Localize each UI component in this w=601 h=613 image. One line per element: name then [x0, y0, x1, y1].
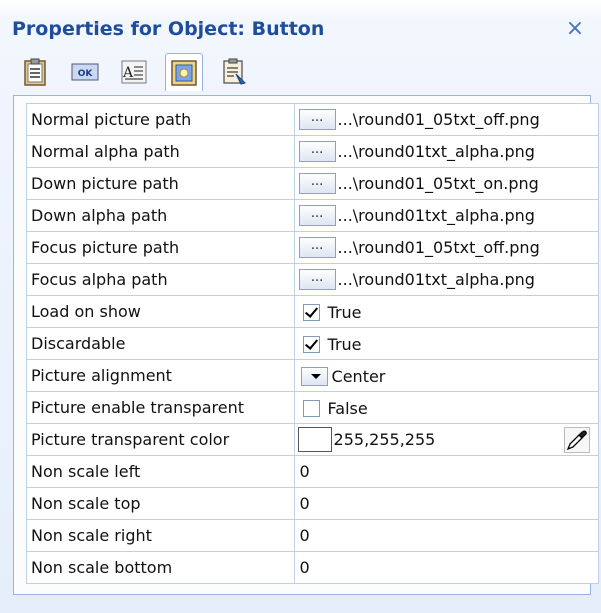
checkbox-label: False: [327, 398, 368, 418]
property-name: Normal picture path: [26, 103, 295, 136]
path-value[interactable]: ...\round01_05txt_off.png: [338, 238, 540, 257]
property-name: Down picture path: [26, 167, 295, 200]
property-name: Focus picture path: [26, 231, 295, 264]
property-value-cell[interactable]: 0: [293, 487, 600, 520]
checkbox-label: True: [327, 302, 362, 322]
title-bar: Properties for Object: Button ×: [0, 14, 601, 52]
checkbox-label: True: [327, 334, 362, 354]
toolbar-button-events[interactable]: [215, 53, 253, 91]
path-value[interactable]: ...\round01txt_alpha.png: [338, 206, 535, 225]
path-value[interactable]: ...\round01_05txt_off.png: [338, 110, 540, 129]
browse-button[interactable]: ...: [298, 141, 336, 162]
property-value-cell[interactable]: True: [293, 295, 600, 328]
property-name: Load on show: [26, 295, 295, 328]
property-row: Picture enable transparent False: [26, 391, 600, 424]
window-title: Properties for Object: Button: [12, 18, 325, 40]
property-row: Normal alpha path... ...\round01txt_alpha…: [26, 135, 600, 168]
checkbox[interactable]: [302, 335, 320, 353]
property-value-cell[interactable]: ... ...\round01_05txt_off.png: [293, 231, 600, 264]
property-row: Discardable True: [26, 327, 600, 360]
number-value[interactable]: 0: [300, 526, 310, 545]
text-field-icon: A: [121, 60, 147, 84]
property-row: Focus alpha path... ...\round01txt_alpha.…: [26, 263, 600, 296]
dropdown-value[interactable]: Center: [332, 367, 386, 386]
property-value-cell[interactable]: False: [293, 391, 600, 424]
property-row: Picture transparent color 255,255,255: [26, 423, 600, 456]
property-value-cell[interactable]: ... ...\round01_05txt_on.png: [293, 167, 600, 200]
browse-button[interactable]: ...: [298, 237, 336, 258]
property-value-cell[interactable]: 255,255,255: [293, 423, 600, 456]
toolbar-button-text[interactable]: A: [115, 53, 153, 91]
browse-button[interactable]: ...: [298, 173, 336, 194]
number-value[interactable]: 0: [300, 462, 310, 481]
property-value-cell[interactable]: ... ...\round01txt_alpha.png: [293, 135, 600, 168]
picture-icon: [171, 59, 197, 86]
path-value[interactable]: ...\round01txt_alpha.png: [338, 142, 535, 161]
property-value-cell[interactable]: 0: [293, 519, 600, 552]
property-row: Non scale right 0: [26, 519, 600, 552]
close-button[interactable]: ×: [563, 18, 587, 42]
ok-icon-label: OK: [78, 69, 94, 79]
property-value-cell[interactable]: True: [293, 327, 600, 360]
property-value-cell[interactable]: 0: [293, 455, 600, 488]
property-value-cell[interactable]: ... ...\round01_05txt_off.png: [293, 103, 600, 136]
property-table: Normal picture path... ...\round01_05txt_…: [26, 103, 600, 584]
property-row: Non scale bottom 0: [26, 551, 600, 584]
number-value[interactable]: 0: [300, 494, 310, 513]
property-value-cell[interactable]: ... ...\round01txt_alpha.png: [293, 263, 600, 296]
toolbar-button-general[interactable]: [16, 53, 54, 91]
toolbar: OK A: [14, 53, 594, 93]
property-row: Normal picture path... ...\round01_05txt_…: [26, 103, 600, 136]
checkbox[interactable]: [302, 303, 320, 321]
browse-button[interactable]: ...: [298, 205, 336, 226]
color-value[interactable]: 255,255,255: [334, 430, 436, 449]
checkbox[interactable]: [302, 399, 320, 417]
property-name: Picture transparent color: [26, 423, 295, 456]
property-name: Picture alignment: [26, 359, 295, 392]
property-row: Load on show True: [26, 295, 600, 328]
property-name: Non scale left: [26, 455, 295, 488]
property-name: Normal alpha path: [26, 135, 295, 168]
property-row: Down alpha path... ...\round01txt_alpha.p…: [26, 199, 600, 232]
property-value-cell[interactable]: ... ...\round01txt_alpha.png: [293, 199, 600, 232]
property-name: Non scale top: [26, 487, 295, 520]
property-row: Non scale top 0: [26, 487, 600, 520]
property-value-cell[interactable]: 0: [293, 551, 600, 584]
path-value[interactable]: ...\round01_05txt_on.png: [338, 174, 539, 193]
property-row: Down picture path... ...\round01_05txt_on…: [26, 167, 600, 200]
browse-button[interactable]: ...: [298, 269, 336, 290]
property-name: Non scale bottom: [26, 551, 295, 584]
properties-panel: Properties for Object: Button × OK A Nor…: [0, 0, 601, 613]
ok-button-icon: OK: [71, 63, 99, 81]
property-name: Picture enable transparent: [26, 391, 295, 424]
eyedropper-icon[interactable]: [564, 427, 590, 453]
path-value[interactable]: ...\round01txt_alpha.png: [338, 270, 535, 289]
color-swatch[interactable]: [297, 427, 332, 452]
property-row: Picture alignment Center: [26, 359, 600, 392]
event-list-icon: [223, 58, 246, 85]
clipboard-icon: [24, 58, 46, 86]
property-row: Non scale left 0: [26, 455, 600, 488]
toolbar-button-button[interactable]: OK: [66, 53, 104, 91]
dropdown-arrow-icon[interactable]: [300, 366, 328, 386]
property-name: Down alpha path: [26, 199, 295, 232]
property-name: Focus alpha path: [26, 263, 295, 296]
toolbar-button-picture[interactable]: [165, 53, 203, 91]
property-name: Non scale right: [26, 519, 295, 552]
property-name: Discardable: [26, 327, 295, 360]
property-value-cell[interactable]: Center: [293, 359, 600, 392]
property-row: Focus picture path... ...\round01_05txt_o…: [26, 231, 600, 264]
number-value[interactable]: 0: [300, 558, 310, 577]
browse-button[interactable]: ...: [298, 109, 336, 130]
property-grid: Normal picture path... ...\round01_05txt_…: [13, 95, 600, 595]
